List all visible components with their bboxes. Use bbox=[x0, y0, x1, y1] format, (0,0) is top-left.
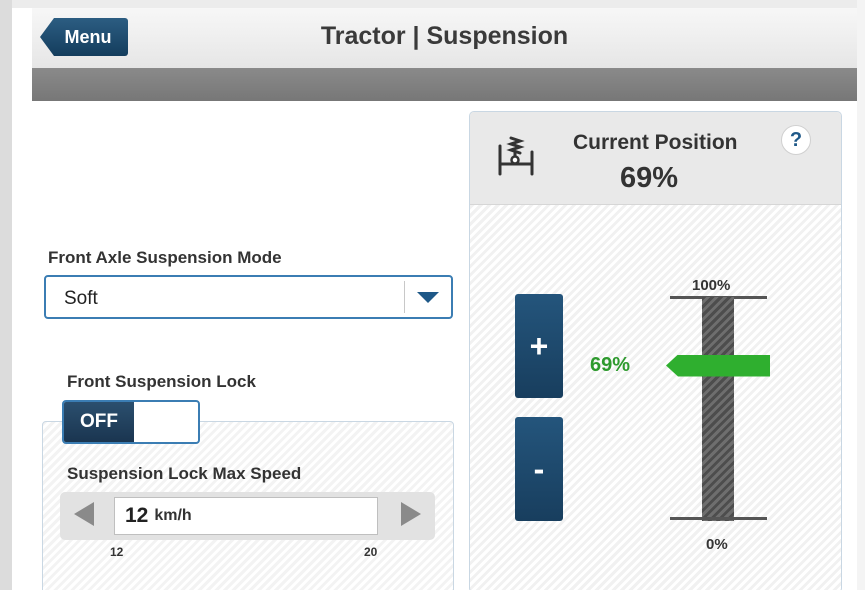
max-speed-min-label: 12 bbox=[110, 545, 124, 559]
current-position-title: Current Position bbox=[573, 131, 738, 154]
right-edge bbox=[857, 0, 865, 590]
position-marker-label: 69% bbox=[590, 353, 631, 376]
max-speed-value: 12 bbox=[125, 504, 149, 527]
scale-bottom-tick bbox=[670, 517, 767, 520]
left-edge bbox=[0, 0, 12, 590]
front-suspension-lock-toggle[interactable]: OFF bbox=[62, 400, 200, 444]
arrow-left-icon[interactable] bbox=[74, 502, 94, 526]
page-title: Tractor | Suspension bbox=[320, 22, 569, 50]
arrow-right-icon[interactable] bbox=[401, 502, 421, 526]
position-scale-track bbox=[702, 297, 734, 521]
front-axle-mode-value: Soft bbox=[64, 288, 98, 309]
sub-header-bar bbox=[32, 68, 857, 101]
app-window: Menu Tractor | Suspension Front Axle Sus… bbox=[12, 8, 857, 590]
scale-min-label: 0% bbox=[706, 536, 728, 553]
max-speed-stepper: 12 km/h bbox=[60, 492, 435, 540]
toggle-state: OFF bbox=[64, 402, 134, 442]
help-button[interactable]: ? bbox=[781, 125, 811, 155]
front-suspension-lock-label: Front Suspension Lock bbox=[67, 372, 256, 391]
max-speed-field[interactable]: 12 km/h bbox=[114, 497, 378, 535]
top-bar: Menu Tractor | Suspension bbox=[32, 8, 857, 69]
current-position-header: Current Position 69% ? bbox=[470, 112, 841, 205]
lower-position-button[interactable]: - bbox=[515, 417, 563, 521]
max-speed-unit: km/h bbox=[154, 507, 192, 524]
lock-max-speed-label: Suspension Lock Max Speed bbox=[67, 464, 302, 483]
current-position-panel: Current Position 69% ? + - 100% 0% 69% bbox=[469, 111, 842, 590]
max-speed-max-label: 20 bbox=[364, 545, 378, 559]
position-marker[interactable] bbox=[666, 354, 770, 377]
dropdown-divider bbox=[404, 281, 405, 313]
front-axle-mode-label: Front Axle Suspension Mode bbox=[48, 248, 282, 267]
chevron-down-icon[interactable] bbox=[417, 292, 439, 303]
raise-position-button[interactable]: + bbox=[515, 294, 563, 398]
current-position-value: 69% bbox=[620, 162, 679, 194]
scale-max-label: 100% bbox=[692, 277, 731, 294]
suspension-spring-icon bbox=[496, 134, 540, 183]
front-axle-mode-select[interactable]: Soft bbox=[44, 275, 453, 319]
